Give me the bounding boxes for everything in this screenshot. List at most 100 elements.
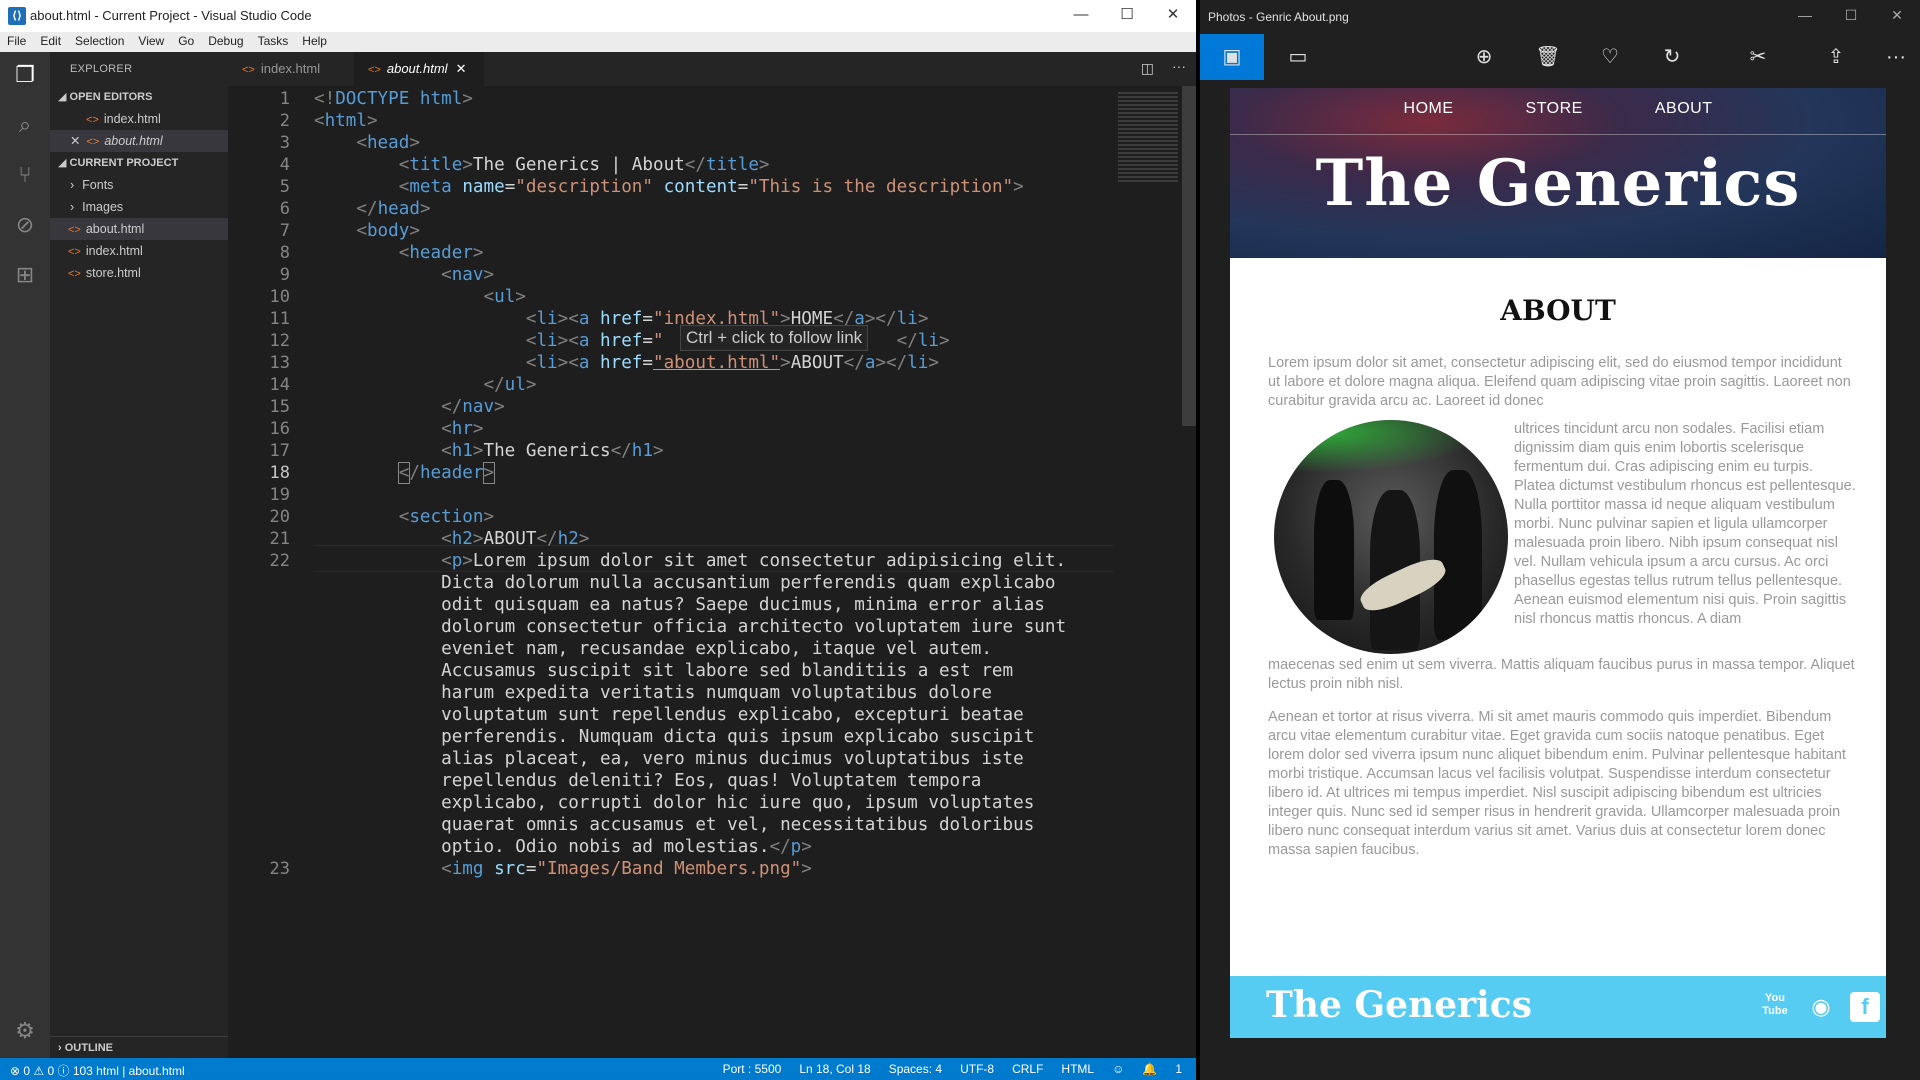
menu-help[interactable]: Help bbox=[295, 32, 334, 52]
explorer-sidebar: EXPLORER ◢ OPEN EDITORS <> index.html ✕ <>… bbox=[50, 52, 228, 1058]
about-paragraph-bottom: maecenas sed enim ut sem viverra. Mattis… bbox=[1268, 657, 1855, 692]
menu-view[interactable]: View bbox=[131, 32, 171, 52]
youtube-icon: You Tube bbox=[1762, 992, 1788, 1017]
extensions-icon[interactable]: ⊞ bbox=[12, 262, 38, 288]
html-file-icon: <> bbox=[68, 268, 81, 280]
html-file-icon: <> bbox=[68, 224, 81, 236]
chevron-right-icon: › bbox=[58, 1042, 65, 1054]
chevron-down-icon: ◢ bbox=[58, 91, 70, 103]
status-bar: ⊗ 0 ⚠ 0 ⓘ 103 html | about.html Port : 5… bbox=[0, 1058, 1196, 1080]
nav-store: STORE bbox=[1525, 100, 1583, 117]
minimize-button[interactable]: — bbox=[1058, 0, 1104, 32]
link-tooltip: Ctrl + click to follow link bbox=[680, 325, 869, 351]
code-editor[interactable]: 1 2 3 4 5 6 7 8 9 10 11 12 13 14 15 16 17 18 19 20 21 22 23 <!… bbox=[228, 86, 1196, 1058]
more-actions-icon[interactable]: ··· bbox=[1172, 58, 1186, 74]
search-icon[interactable]: ⌕ bbox=[12, 112, 38, 138]
see-all-photos-icon[interactable]: ▣ bbox=[1200, 34, 1264, 80]
html-file-icon: <> bbox=[86, 136, 100, 148]
close-tab-icon[interactable]: ✕ bbox=[456, 61, 467, 76]
activity-bar: ❐ ⌕ ⑂ ⊘ ⊞ ⚙ bbox=[0, 52, 50, 1058]
menu-edit[interactable]: Edit bbox=[33, 32, 68, 52]
about-paragraph-side: ultrices tincidunt arcu non sodales. Fac… bbox=[1514, 421, 1856, 627]
about-heading: ABOUT bbox=[1500, 294, 1616, 327]
status-language[interactable]: HTML bbox=[1061, 1062, 1094, 1076]
rotate-icon[interactable]: ↻ bbox=[1652, 42, 1692, 72]
photos-close-button[interactable]: ✕ bbox=[1874, 0, 1920, 32]
html-file-icon: <> bbox=[242, 64, 255, 76]
menu-file[interactable]: File bbox=[0, 32, 33, 52]
spotify-icon: ◉ bbox=[1811, 994, 1831, 1019]
split-editor-icon[interactable]: ◫ bbox=[1141, 60, 1154, 77]
html-file-icon: <> bbox=[68, 246, 81, 258]
source-control-icon[interactable]: ⑂ bbox=[12, 162, 38, 188]
settings-gear-icon[interactable]: ⚙ bbox=[12, 1018, 38, 1044]
photos-minimize-button[interactable]: — bbox=[1782, 0, 1828, 32]
nav-about: ABOUT bbox=[1654, 100, 1713, 117]
share-icon[interactable]: ⇪ bbox=[1816, 42, 1856, 72]
photos-maximize-button[interactable]: ☐ bbox=[1828, 0, 1874, 32]
site-footer: The Generics You Tube ◉ f bbox=[1230, 976, 1886, 1038]
maximize-button[interactable]: ☐ bbox=[1104, 0, 1150, 32]
file-index[interactable]: <> index.html bbox=[50, 240, 228, 262]
site-brand-title: The Generics bbox=[1315, 146, 1801, 221]
menu-tasks[interactable]: Tasks bbox=[251, 32, 296, 52]
zoom-icon[interactable]: ⊕ bbox=[1464, 42, 1504, 72]
status-indentation[interactable]: Spaces: 4 bbox=[889, 1062, 942, 1076]
about-paragraph-two: Aenean et tortor at risus viverra. Mi si… bbox=[1268, 709, 1846, 858]
html-file-icon: <> bbox=[86, 114, 99, 126]
more-options-icon[interactable]: ··· bbox=[1876, 42, 1916, 72]
notifications-bell-icon[interactable]: 🔔 1 bbox=[1142, 1062, 1182, 1076]
status-live-server[interactable]: Port : 5500 bbox=[723, 1062, 782, 1076]
file-store[interactable]: <> store.html bbox=[50, 262, 228, 284]
feedback-smiley-icon[interactable]: ☺ bbox=[1112, 1062, 1124, 1076]
open-editor-about[interactable]: ✕ <> about.html bbox=[50, 130, 228, 152]
vscode-titlebar: ⟨⟩ about.html - Current Project - Visual… bbox=[0, 0, 1196, 32]
code-title-text: The Generics | About bbox=[472, 155, 685, 175]
photos-window: Photos - Genric About.png — ☐ ✕ ▣ ▭ ⊕ 🗑 … bbox=[1200, 0, 1920, 1080]
facebook-icon: f bbox=[1850, 992, 1880, 1022]
vscode-window: ⟨⟩ about.html - Current Project - Visual… bbox=[0, 0, 1196, 1080]
vertical-scrollbar[interactable] bbox=[1182, 86, 1196, 426]
current-project-section[interactable]: ◢ CURRENT PROJECT bbox=[50, 152, 228, 174]
code-content[interactable]: <!DOCTYPE html> <html> <head> <title>The… bbox=[314, 86, 1174, 879]
favorite-heart-icon[interactable]: ♡ bbox=[1590, 42, 1630, 72]
tab-index[interactable]: <> index.html bbox=[228, 52, 352, 86]
menu-go[interactable]: Go bbox=[171, 32, 201, 52]
open-editors-section[interactable]: ◢ OPEN EDITORS bbox=[50, 86, 228, 108]
html-file-icon: <> bbox=[368, 64, 381, 76]
slideshow-icon[interactable]: ▭ bbox=[1278, 42, 1318, 72]
file-about[interactable]: <> about.html bbox=[50, 218, 228, 240]
nav-divider bbox=[1230, 134, 1886, 135]
debug-icon[interactable]: ⊘ bbox=[12, 212, 38, 238]
folder-images[interactable]: › Images bbox=[50, 196, 228, 218]
chevron-right-icon: › bbox=[70, 200, 75, 214]
photos-toolbar: ▣ ▭ ⊕ 🗑 ♡ ↻ ✂ ⇪ ··· bbox=[1200, 34, 1920, 80]
folder-fonts[interactable]: › Fonts bbox=[50, 174, 228, 196]
line-number: 23 bbox=[269, 859, 290, 879]
status-eol[interactable]: CRLF bbox=[1012, 1062, 1043, 1076]
editor-tabs: <> index.html <> about.html ✕ ◫ ··· bbox=[228, 52, 1196, 86]
about-paragraph-top: Lorem ipsum dolor sit amet, consectetur … bbox=[1268, 355, 1851, 409]
status-problems[interactable]: ⊗ 0 ⚠ 0 ⓘ 103 html | about.html bbox=[10, 1062, 185, 1079]
status-encoding[interactable]: UTF-8 bbox=[960, 1062, 994, 1076]
displayed-image: HOME STORE ABOUT The Generics ABOUT Lore… bbox=[1230, 88, 1886, 1038]
close-editor-icon[interactable]: ✕ bbox=[70, 134, 80, 148]
vscode-logo-icon: ⟨⟩ bbox=[8, 7, 26, 25]
delete-icon[interactable]: 🗑 bbox=[1528, 42, 1568, 72]
edit-create-icon[interactable]: ✂ bbox=[1738, 42, 1778, 72]
tab-about[interactable]: <> about.html ✕ bbox=[354, 52, 484, 86]
explorer-icon[interactable]: ❐ bbox=[12, 62, 38, 88]
open-editor-index[interactable]: <> index.html bbox=[50, 108, 228, 130]
line-number: 22 bbox=[269, 551, 290, 571]
nav-home: HOME bbox=[1403, 100, 1454, 117]
close-button[interactable]: ✕ bbox=[1150, 0, 1196, 32]
band-members-photo bbox=[1274, 420, 1508, 654]
chevron-down-icon: ◢ bbox=[58, 157, 70, 169]
status-cursor-position[interactable]: Ln 18, Col 18 bbox=[799, 1062, 870, 1076]
minimap[interactable] bbox=[1116, 86, 1182, 206]
photos-titlebar: Photos - Genric About.png — ☐ ✕ bbox=[1200, 0, 1920, 34]
menu-debug[interactable]: Debug bbox=[201, 32, 250, 52]
outline-section[interactable]: › OUTLINE bbox=[50, 1036, 228, 1058]
explorer-title: EXPLORER bbox=[70, 63, 133, 75]
menu-selection[interactable]: Selection bbox=[68, 32, 131, 52]
